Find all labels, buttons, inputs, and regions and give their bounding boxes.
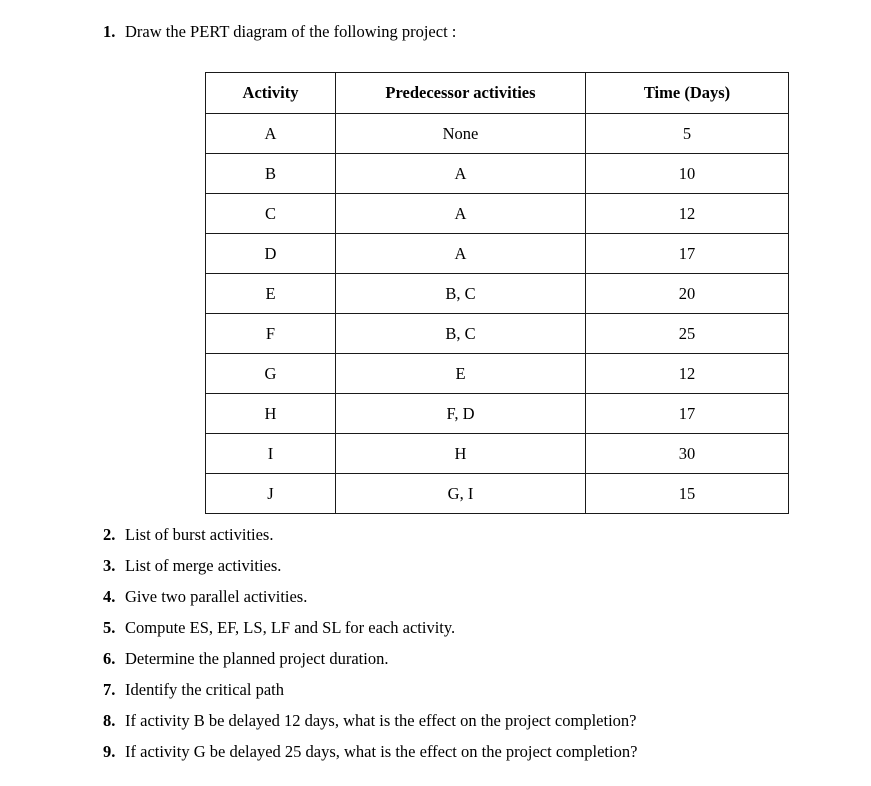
cell-activity: A bbox=[205, 113, 336, 154]
question-number: 8. bbox=[103, 711, 116, 730]
cell-predecessor: A bbox=[335, 233, 586, 274]
table-body: A None 5 B A 10 C A 12 D A 17 E B, C 20 … bbox=[205, 113, 789, 514]
column-header-predecessor: Predecessor activities bbox=[335, 72, 586, 114]
question-number: 6. bbox=[103, 649, 116, 668]
pert-activity-table: Activity Predecessor activities Time (Da… bbox=[205, 72, 789, 514]
cell-activity: H bbox=[205, 393, 336, 434]
question-number: 2. bbox=[103, 525, 116, 544]
table-row: F B, C 25 bbox=[205, 313, 789, 354]
table-row: D A 17 bbox=[205, 233, 789, 274]
cell-time: 20 bbox=[585, 273, 789, 314]
cell-time: 12 bbox=[585, 353, 789, 394]
cell-activity: D bbox=[205, 233, 336, 274]
cell-predecessor: H bbox=[335, 433, 586, 474]
question-text: Identify the critical path bbox=[125, 680, 284, 699]
question-number: 4. bbox=[103, 587, 116, 606]
document-page: 1. Draw the PERT diagram of the followin… bbox=[0, 0, 871, 786]
table-row: C A 12 bbox=[205, 193, 789, 234]
question-item-7: 7. Identify the critical path bbox=[103, 680, 284, 700]
question-item-5: 5. Compute ES, EF, LS, LF and SL for eac… bbox=[103, 618, 455, 638]
cell-time: 12 bbox=[585, 193, 789, 234]
cell-time: 5 bbox=[585, 113, 789, 154]
column-header-time: Time (Days) bbox=[585, 72, 789, 114]
cell-activity: F bbox=[205, 313, 336, 354]
cell-time: 30 bbox=[585, 433, 789, 474]
question-text: Give two parallel activities. bbox=[125, 587, 308, 606]
question-item-9: 9. If activity G be delayed 25 days, wha… bbox=[103, 742, 637, 762]
question-text: List of merge activities. bbox=[125, 556, 282, 575]
question-text: List of burst activities. bbox=[125, 525, 274, 544]
table-row: B A 10 bbox=[205, 153, 789, 194]
question-text: If activity B be delayed 12 days, what i… bbox=[125, 711, 637, 730]
table-row: I H 30 bbox=[205, 433, 789, 474]
question-number: 7. bbox=[103, 680, 116, 699]
cell-predecessor: None bbox=[335, 113, 586, 154]
cell-predecessor: A bbox=[335, 193, 586, 234]
pert-activity-table-container: Activity Predecessor activities Time (Da… bbox=[205, 72, 789, 514]
question-item-3: 3. List of merge activities. bbox=[103, 556, 281, 576]
cell-predecessor: F, D bbox=[335, 393, 586, 434]
cell-time: 17 bbox=[585, 393, 789, 434]
question-number: 1. bbox=[103, 22, 116, 41]
table-row: G E 12 bbox=[205, 353, 789, 394]
table-row: E B, C 20 bbox=[205, 273, 789, 314]
cell-predecessor: B, C bbox=[335, 313, 586, 354]
cell-activity: G bbox=[205, 353, 336, 394]
cell-predecessor: E bbox=[335, 353, 586, 394]
question-text: Determine the planned project duration. bbox=[125, 649, 389, 668]
cell-predecessor: A bbox=[335, 153, 586, 194]
cell-time: 15 bbox=[585, 473, 789, 514]
question-item-1: 1. Draw the PERT diagram of the followin… bbox=[103, 22, 456, 42]
cell-time: 10 bbox=[585, 153, 789, 194]
table-row: J G, I 15 bbox=[205, 473, 789, 514]
cell-activity: B bbox=[205, 153, 336, 194]
question-item-4: 4. Give two parallel activities. bbox=[103, 587, 307, 607]
question-number: 3. bbox=[103, 556, 116, 575]
question-text: Compute ES, EF, LS, LF and SL for each a… bbox=[125, 618, 456, 637]
cell-activity: C bbox=[205, 193, 336, 234]
table-row: A None 5 bbox=[205, 113, 789, 154]
question-number: 5. bbox=[103, 618, 116, 637]
question-item-8: 8. If activity B be delayed 12 days, wha… bbox=[103, 711, 636, 731]
question-number: 9. bbox=[103, 742, 116, 761]
question-text: Draw the PERT diagram of the following p… bbox=[125, 22, 457, 41]
table-row: H F, D 17 bbox=[205, 393, 789, 434]
column-header-activity: Activity bbox=[205, 72, 336, 114]
cell-predecessor: B, C bbox=[335, 273, 586, 314]
cell-predecessor: G, I bbox=[335, 473, 586, 514]
cell-time: 25 bbox=[585, 313, 789, 354]
question-text: If activity G be delayed 25 days, what i… bbox=[125, 742, 638, 761]
question-item-2: 2. List of burst activities. bbox=[103, 525, 273, 545]
cell-activity: I bbox=[205, 433, 336, 474]
cell-activity: J bbox=[205, 473, 336, 514]
cell-activity: E bbox=[205, 273, 336, 314]
table-header-row: Activity Predecessor activities Time (Da… bbox=[205, 72, 789, 114]
cell-time: 17 bbox=[585, 233, 789, 274]
question-item-6: 6. Determine the planned project duratio… bbox=[103, 649, 388, 669]
